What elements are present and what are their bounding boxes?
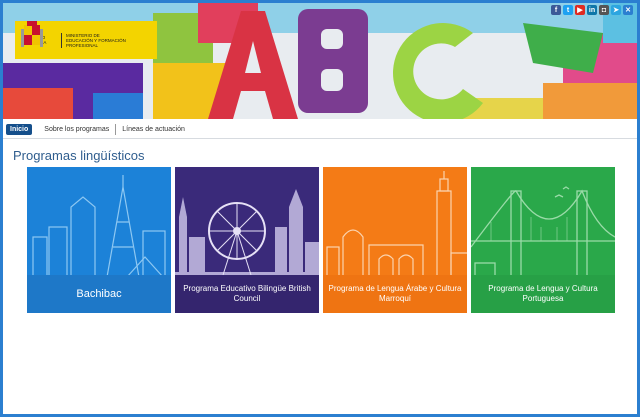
nav-item-sobre-los-programas[interactable]: Sobre los programas xyxy=(38,123,117,135)
card-portuguesa[interactable]: Programa de Lengua y Cultura Portuguesa xyxy=(471,167,615,313)
card-bachibac[interactable]: Bachibac xyxy=(27,167,171,313)
program-cards: Bachibac Programa Educativo Bilingüe Bri… xyxy=(27,167,615,314)
main-nav: Inicio Sobre los programas Líneas de act… xyxy=(3,120,637,139)
window-frame: GOBIERNO DE ESPAÑA MINISTERIO DE EDUCACI… xyxy=(0,0,640,417)
linkedin-icon[interactable]: in xyxy=(587,5,597,15)
card-bachibac-label: Bachibac xyxy=(27,275,171,313)
youtube-icon[interactable]: ▶ xyxy=(575,5,585,15)
coat-of-arms-icon xyxy=(21,21,43,47)
facebook-icon[interactable]: f xyxy=(551,5,561,15)
card-arabe-marroqui-label: Programa de Lengua Árabe y Cultura Marro… xyxy=(323,275,467,313)
header-banner: GOBIERNO DE ESPAÑA MINISTERIO DE EDUCACI… xyxy=(3,3,637,119)
nav-item-lineas-de-actuacion[interactable]: Líneas de actuación xyxy=(116,124,191,135)
page: GOBIERNO DE ESPAÑA MINISTERIO DE EDUCACI… xyxy=(3,3,637,414)
card-arabe-marroqui[interactable]: Programa de Lengua Árabe y Cultura Marro… xyxy=(323,167,467,313)
telegram-icon[interactable]: ➤ xyxy=(611,5,621,15)
card-british-council[interactable]: Programa Educativo Bilingüe British Coun… xyxy=(175,167,319,313)
twitter-icon[interactable]: t xyxy=(563,5,573,15)
nav-item-inicio[interactable]: Inicio xyxy=(6,123,33,135)
card-portuguesa-label: Programa de Lengua y Cultura Portuguesa xyxy=(471,275,615,313)
logo-ministry-text: MINISTERIO DE EDUCACIÓN Y FORMACIÓN PROF… xyxy=(61,32,126,48)
social-links: f t ▶ in ◘ ➤ ✕ xyxy=(551,5,633,15)
extra-icon[interactable]: ✕ xyxy=(623,5,633,15)
instagram-icon[interactable]: ◘ xyxy=(599,5,609,15)
card-british-council-label: Programa Educativo Bilingüe British Coun… xyxy=(175,275,319,313)
ministry-logo[interactable]: GOBIERNO DE ESPAÑA MINISTERIO DE EDUCACI… xyxy=(15,21,157,59)
page-title: Programas lingüísticos xyxy=(13,148,145,163)
